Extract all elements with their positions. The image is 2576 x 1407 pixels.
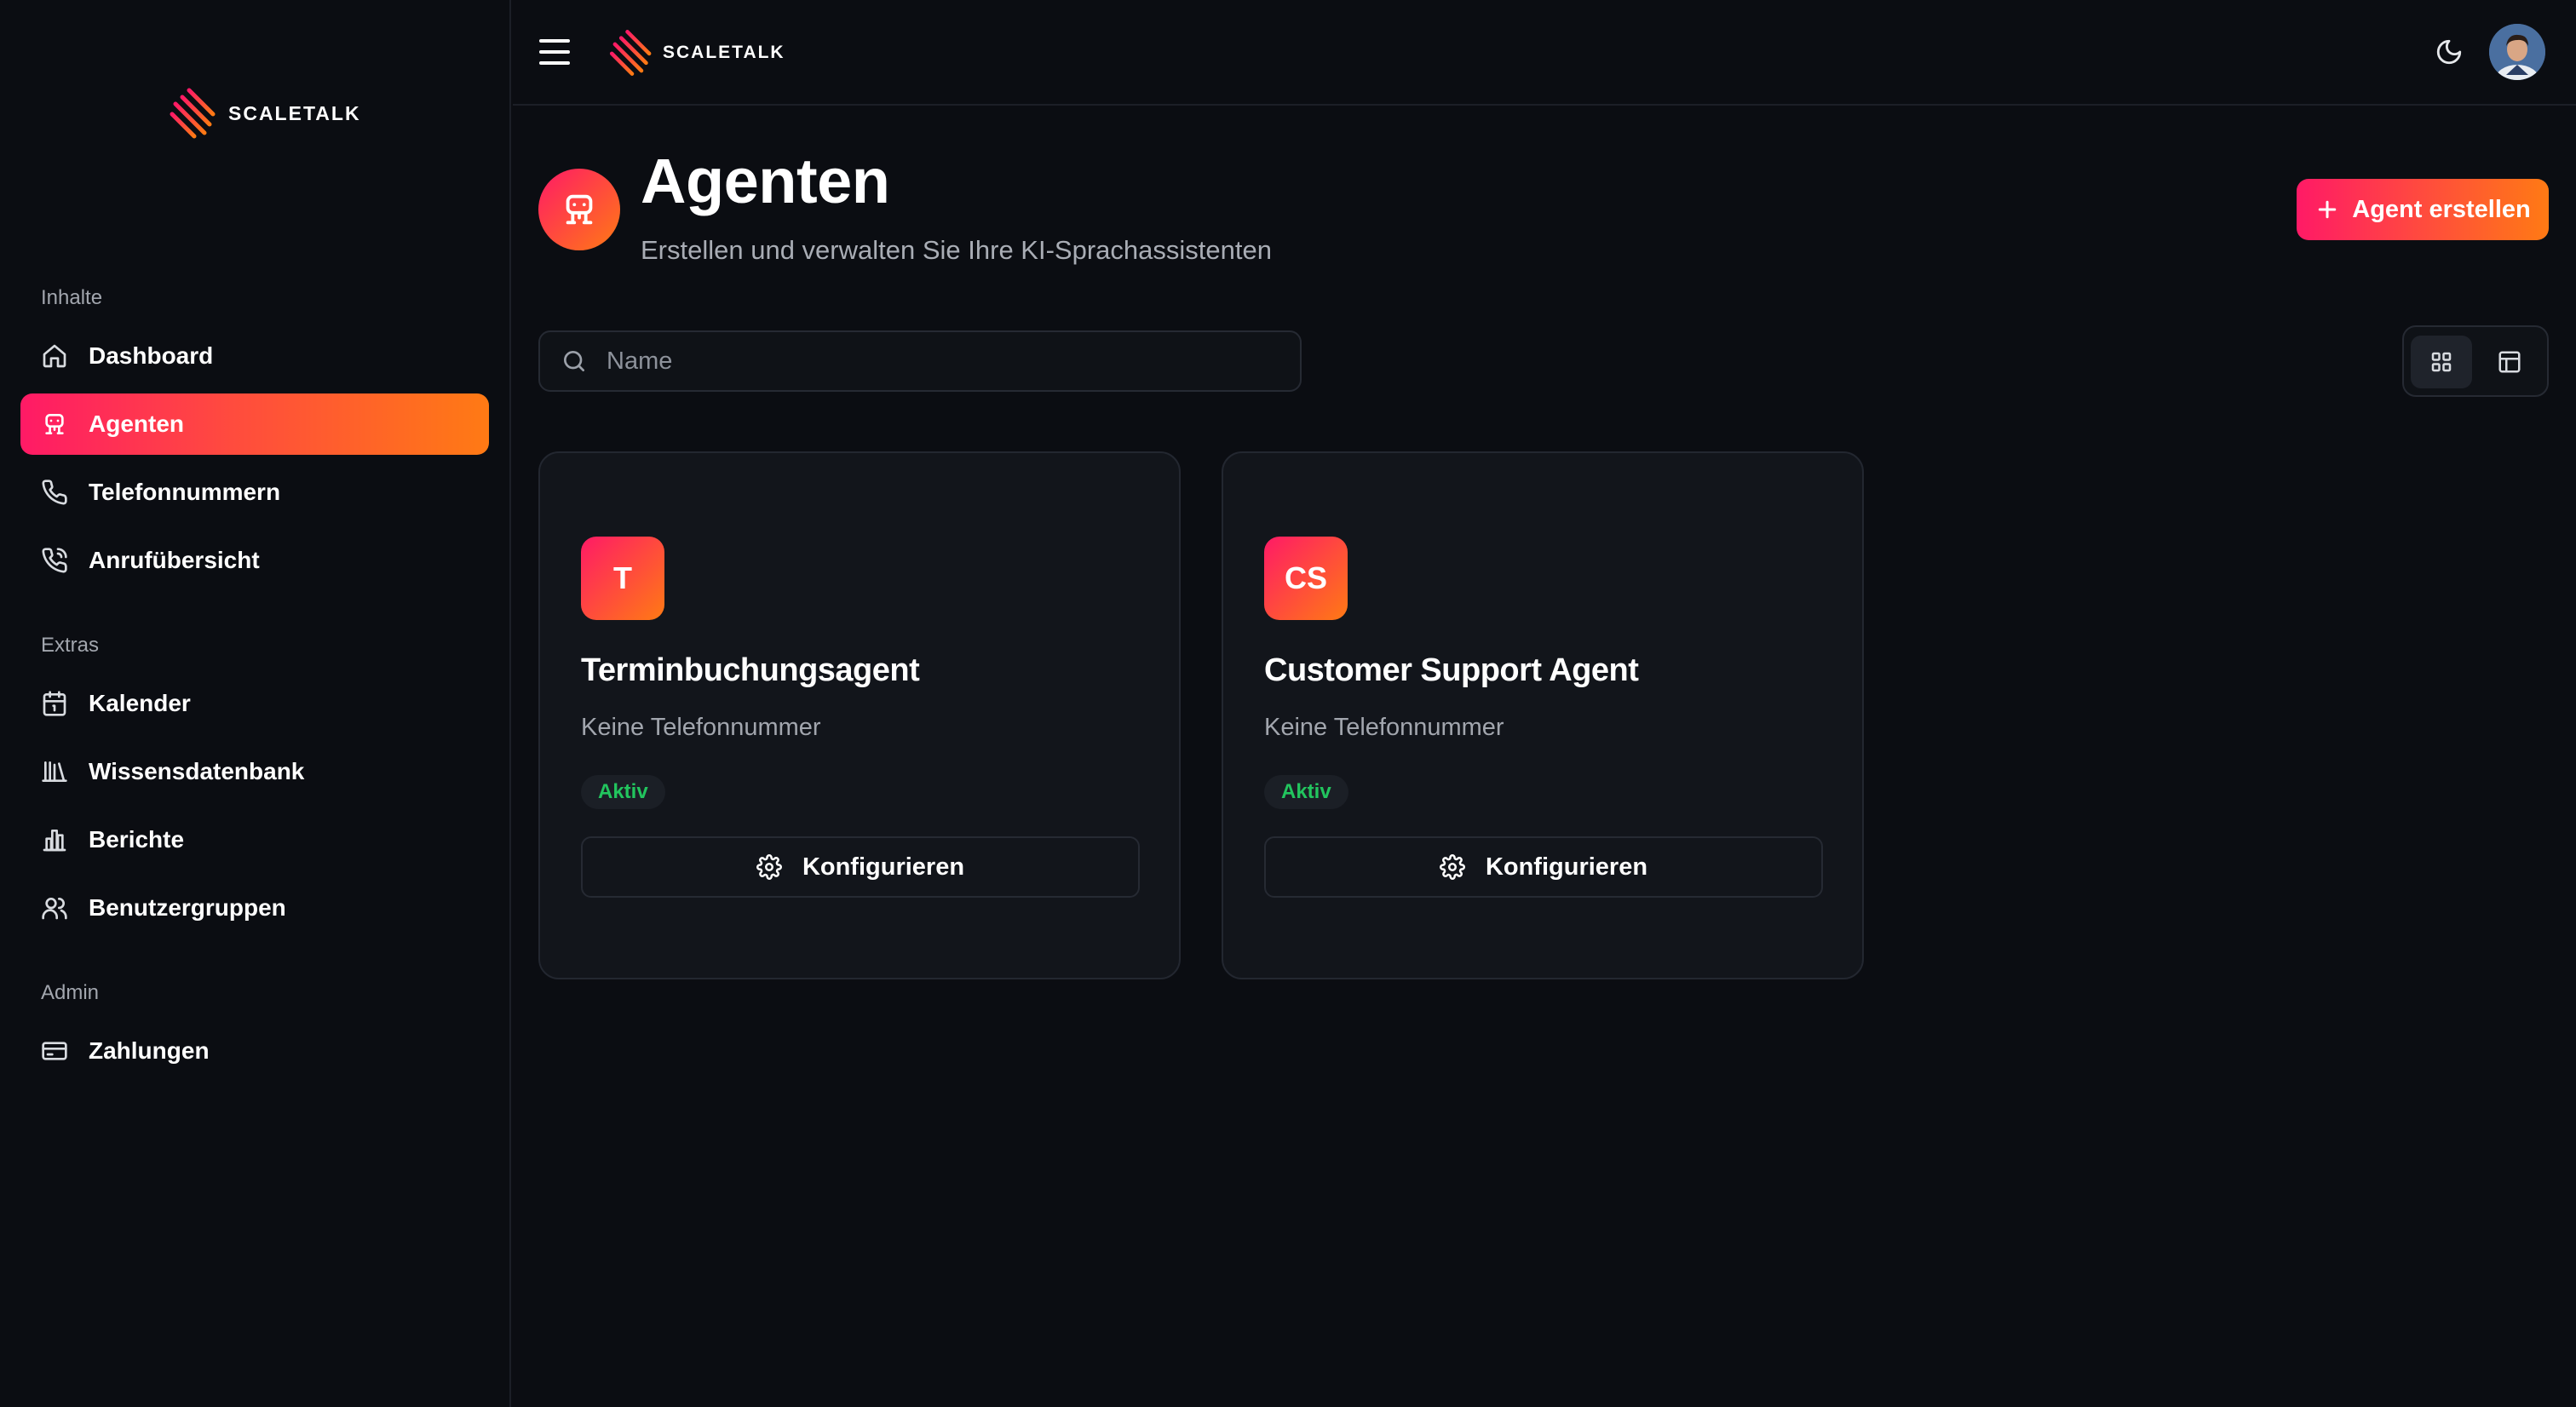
users-icon bbox=[41, 894, 68, 922]
sidebar-item-zahlungen[interactable]: Zahlungen bbox=[20, 1020, 489, 1082]
sidebar-item-label: Benutzergruppen bbox=[89, 894, 286, 921]
logo-mark-icon bbox=[609, 30, 652, 76]
sidebar-item-label: Wissensdatenbank bbox=[89, 758, 305, 784]
agent-avatar: CS bbox=[1264, 537, 1348, 620]
table-view-button[interactable] bbox=[2479, 336, 2540, 388]
sidebar-item-label: Berichte bbox=[89, 826, 185, 853]
agent-phone: Keine Telefonnummer bbox=[1264, 714, 1504, 741]
section-title-extras: Extras bbox=[41, 634, 100, 657]
status-badge: Aktiv bbox=[1264, 775, 1348, 809]
credit-card-icon bbox=[41, 1037, 68, 1065]
configure-button[interactable]: Konfigurieren bbox=[1264, 836, 1823, 898]
sidebar-item-label: Anrufübersicht bbox=[89, 547, 260, 573]
gear-icon bbox=[1439, 854, 1465, 880]
home-icon bbox=[41, 342, 68, 370]
brand-name: SCALETALK bbox=[228, 101, 361, 124]
logo-mark-icon bbox=[170, 88, 216, 139]
sidebar-item-label: Telefonnummern bbox=[89, 479, 281, 505]
sidebar-item-label: Dashboard bbox=[89, 342, 214, 369]
search-box bbox=[538, 330, 1302, 392]
view-toggle bbox=[2402, 325, 2549, 397]
agent-card[interactable]: CS Customer Support Agent Keine Telefonn… bbox=[1222, 451, 1864, 979]
sidebar: SCALETALK Inhalte Dashboard Agenten Tele… bbox=[0, 0, 511, 1407]
agent-name: Customer Support Agent bbox=[1264, 652, 1639, 688]
menu-icon[interactable] bbox=[538, 37, 571, 66]
brand-logo[interactable]: SCALETALK bbox=[169, 83, 361, 143]
section-title-inhalte: Inhalte bbox=[41, 286, 103, 309]
agent-name: Terminbuchungsagent bbox=[581, 652, 920, 688]
section-title-admin: Admin bbox=[41, 981, 100, 1004]
sidebar-item-anrufuebersicht[interactable]: Anrufübersicht bbox=[20, 530, 489, 591]
robot-icon bbox=[41, 411, 68, 438]
sidebar-item-agenten[interactable]: Agenten bbox=[20, 393, 489, 455]
table-icon bbox=[2497, 349, 2522, 375]
calendar-icon bbox=[41, 690, 68, 717]
sidebar-item-wissensdatenbank[interactable]: Wissensdatenbank bbox=[20, 741, 489, 802]
create-agent-button[interactable]: Agent erstellen bbox=[2297, 179, 2549, 240]
brand-logo-top[interactable]: SCALETALK bbox=[608, 26, 785, 80]
page-subtitle: Erstellen und verwalten Sie Ihre KI-Spra… bbox=[641, 235, 1272, 265]
library-icon bbox=[41, 758, 68, 785]
status-badge: Aktiv bbox=[581, 775, 665, 809]
sidebar-item-benutzergruppen[interactable]: Benutzergruppen bbox=[20, 877, 489, 939]
phone-icon bbox=[41, 479, 68, 506]
sidebar-item-dashboard[interactable]: Dashboard bbox=[20, 325, 489, 387]
sidebar-item-telefonnummern[interactable]: Telefonnummern bbox=[20, 462, 489, 523]
page-title: Agenten bbox=[641, 146, 890, 216]
search-icon bbox=[561, 347, 588, 375]
configure-label: Konfigurieren bbox=[1485, 853, 1648, 881]
sidebar-item-berichte[interactable]: Berichte bbox=[20, 809, 489, 870]
moon-icon[interactable] bbox=[2435, 37, 2464, 66]
sidebar-item-label: Zahlungen bbox=[89, 1037, 210, 1064]
agent-phone: Keine Telefonnummer bbox=[581, 714, 821, 741]
grid-view-button[interactable] bbox=[2411, 336, 2472, 388]
sidebar-item-label: Agenten bbox=[89, 411, 184, 437]
agent-card[interactable]: T Terminbuchungsagent Keine Telefonnumme… bbox=[538, 451, 1181, 979]
grid-icon bbox=[2429, 349, 2454, 375]
brand-name: SCALETALK bbox=[663, 43, 785, 62]
sidebar-item-label: Kalender bbox=[89, 690, 191, 716]
configure-label: Konfigurieren bbox=[802, 853, 965, 881]
robot-icon bbox=[538, 169, 620, 250]
create-agent-label: Agent erstellen bbox=[2352, 195, 2531, 223]
sidebar-item-kalender[interactable]: Kalender bbox=[20, 673, 489, 734]
bar-chart-icon bbox=[41, 826, 68, 853]
agent-avatar: T bbox=[581, 537, 664, 620]
phone-call-icon bbox=[41, 547, 68, 574]
plus-icon bbox=[2314, 197, 2340, 222]
search-input[interactable] bbox=[607, 347, 1271, 376]
topbar: SCALETALK bbox=[513, 0, 2576, 106]
configure-button[interactable]: Konfigurieren bbox=[581, 836, 1140, 898]
gear-icon bbox=[756, 854, 782, 880]
user-avatar[interactable] bbox=[2489, 24, 2545, 80]
